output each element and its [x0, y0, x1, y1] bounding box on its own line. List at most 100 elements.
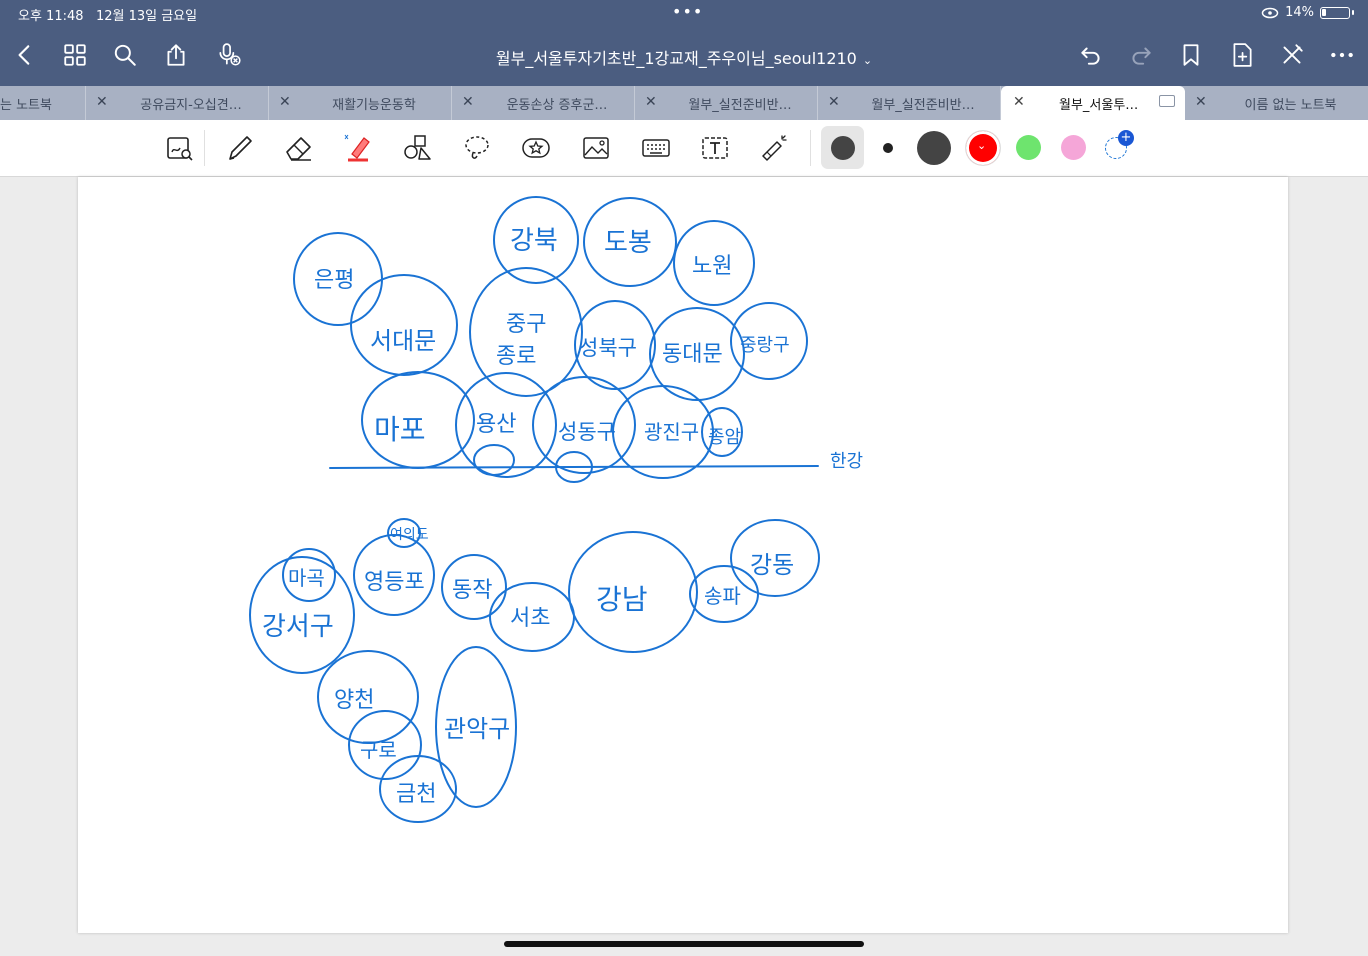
add-color-button[interactable]: + — [1105, 130, 1134, 159]
redo-button[interactable] — [1124, 38, 1158, 72]
toolbar-divider — [810, 130, 811, 166]
close-tab-icon[interactable]: ✕ — [1195, 94, 1207, 110]
label-seodaemun: 서대문 — [370, 327, 436, 355]
color-dark-gray-swatch[interactable] — [917, 131, 951, 165]
screen-link-icon — [1261, 7, 1279, 18]
label-gwangjin: 광진구 — [644, 420, 699, 444]
lasso-tool[interactable] — [459, 130, 495, 166]
bookmark-icon — [1183, 44, 1199, 66]
shapes-tool[interactable] — [399, 130, 435, 166]
tab-notebook-8[interactable]: ✕ 이름 없는 노트북 — [1185, 86, 1368, 120]
label-yeongdeungpo: 영등포 — [364, 570, 425, 595]
label-dobong: 도봉 — [604, 228, 652, 258]
close-tab-icon[interactable]: ✕ — [96, 94, 108, 110]
pen-size-small-swatch[interactable] — [883, 143, 893, 153]
ellipsis-icon — [1331, 52, 1353, 58]
close-tab-icon[interactable]: ✕ — [645, 94, 657, 110]
label-yangcheon: 양천 — [334, 688, 374, 713]
text-tool[interactable] — [697, 130, 733, 166]
label-dongjak: 동작 — [452, 578, 492, 603]
chevron-down-icon: ⌄ — [862, 54, 873, 67]
add-page-button[interactable] — [1225, 38, 1259, 72]
tab-bar: 는 노트북 ✕ 공유금지-오십견… ✕ 재활기능운동학 ✕ 운동손상 증후군… … — [0, 86, 1368, 120]
more-options-button[interactable] — [1325, 38, 1359, 72]
handwriting-layer[interactable]: 은평 강북 도봉 노원 서대문 종로 중구 성북구 동대문 중랑구 마포 용산 … — [78, 177, 1288, 933]
tab-notebook-1[interactable]: 는 노트북 — [0, 86, 86, 120]
laser-pointer-tool[interactable] — [756, 130, 792, 166]
multitask-dots[interactable]: ••• — [672, 2, 703, 21]
add-page-icon — [1233, 43, 1252, 67]
circle-small-1 — [473, 444, 515, 476]
tab-notebook-4[interactable]: ✕ 운동손상 증후군… — [452, 86, 635, 120]
close-tab-icon[interactable]: ✕ — [279, 94, 291, 110]
battery-tip — [1352, 10, 1354, 15]
label-geumcheon: 금천 — [396, 782, 436, 807]
highlighter-icon — [344, 134, 370, 162]
close-tab-icon[interactable]: ✕ — [828, 94, 840, 110]
tab-notebook-3[interactable]: ✕ 재활기능운동학 — [269, 86, 452, 120]
tab-notebook-5[interactable]: ✕ 월부_실전준비반… — [635, 86, 818, 120]
tab-notebook-6[interactable]: ✕ 월부_실전준비반… — [818, 86, 1001, 120]
label-yongsan: 용산 — [476, 412, 516, 437]
close-tab-icon[interactable]: ✕ — [462, 94, 474, 110]
close-tab-icon[interactable]: ✕ — [1013, 94, 1025, 110]
label-eunpyeong: 은평 — [314, 268, 354, 293]
lasso-icon — [465, 136, 489, 159]
label-seongdong: 성동구 — [558, 420, 616, 444]
color-green-swatch[interactable] — [1016, 135, 1041, 160]
pen-size-selected[interactable] — [821, 126, 864, 169]
app-header: 오후 11:48 12월 13일 금요일 ••• 14% 월부_서울투자기초반_… — [0, 0, 1368, 86]
shapes-icon — [404, 135, 431, 160]
elements-tool[interactable] — [518, 130, 554, 166]
label-dongdaemun: 동대문 — [662, 342, 723, 367]
pen-icon — [229, 136, 252, 160]
pen-tool[interactable] — [222, 130, 258, 166]
close-pen-mode-button[interactable] — [1275, 38, 1309, 72]
drawing-toolbar — [0, 120, 1368, 177]
plus-icon: + — [1118, 130, 1134, 146]
home-indicator[interactable] — [504, 941, 864, 947]
chevron-down-icon: ⌄ — [977, 139, 987, 152]
label-seocho: 서초 — [510, 606, 550, 631]
image-icon — [583, 137, 609, 159]
redo-icon — [1132, 47, 1151, 65]
status-time: 오후 11:48 12월 13일 금요일 — [18, 9, 198, 24]
tab-notebook-active[interactable]: ✕ 월부_서울투… — [1001, 86, 1185, 120]
label-mapo: 마포 — [374, 413, 426, 446]
document-title[interactable]: 월부_서울투자기초반_1강교재_주우이님_seoul1210 ⌄ — [0, 45, 1368, 69]
toolbar-divider — [204, 130, 205, 166]
bookmark-button[interactable] — [1174, 38, 1208, 72]
pen-close-icon — [1283, 44, 1303, 64]
keyboard-tool[interactable] — [638, 130, 674, 166]
color-pink-swatch[interactable] — [1061, 135, 1086, 160]
laser-pointer-icon — [762, 135, 787, 161]
label-jongno: 종로 — [496, 344, 536, 369]
pen-size-large-swatch — [831, 136, 855, 160]
highlighter-tool[interactable] — [340, 130, 376, 166]
label-gwanak: 관악구 — [444, 715, 510, 743]
zoom-window-tool[interactable] — [162, 130, 198, 166]
sticker-icon — [522, 138, 550, 158]
eraser-tool[interactable] — [281, 130, 317, 166]
battery-percent: 14% — [1285, 5, 1314, 20]
label-gangnam: 강남 — [596, 583, 648, 616]
color-red-swatch[interactable]: ⌄ — [966, 131, 1000, 165]
label-gangseo: 강서구 — [262, 612, 334, 642]
status-indicators: 14% — [1261, 5, 1354, 20]
battery-icon — [1320, 6, 1350, 19]
image-tool[interactable] — [578, 130, 614, 166]
zoom-window-icon — [167, 137, 193, 161]
split-view-icon[interactable] — [1159, 95, 1175, 107]
label-magok: 마곡 — [288, 566, 325, 590]
label-nowon: 노원 — [692, 254, 732, 279]
label-junggu: 중구 — [506, 312, 546, 337]
text-box-icon — [702, 137, 728, 159]
label-jongam: 종암 — [708, 427, 741, 448]
undo-button[interactable] — [1074, 38, 1108, 72]
label-guro: 구로 — [360, 738, 397, 762]
label-yeouido: 여의도 — [390, 527, 429, 543]
label-seongbuk: 성북구 — [579, 336, 637, 360]
tab-notebook-2[interactable]: ✕ 공유금지-오십견… — [86, 86, 269, 120]
label-songpa: 송파 — [704, 584, 741, 608]
label-gangdong: 강동 — [750, 551, 794, 579]
